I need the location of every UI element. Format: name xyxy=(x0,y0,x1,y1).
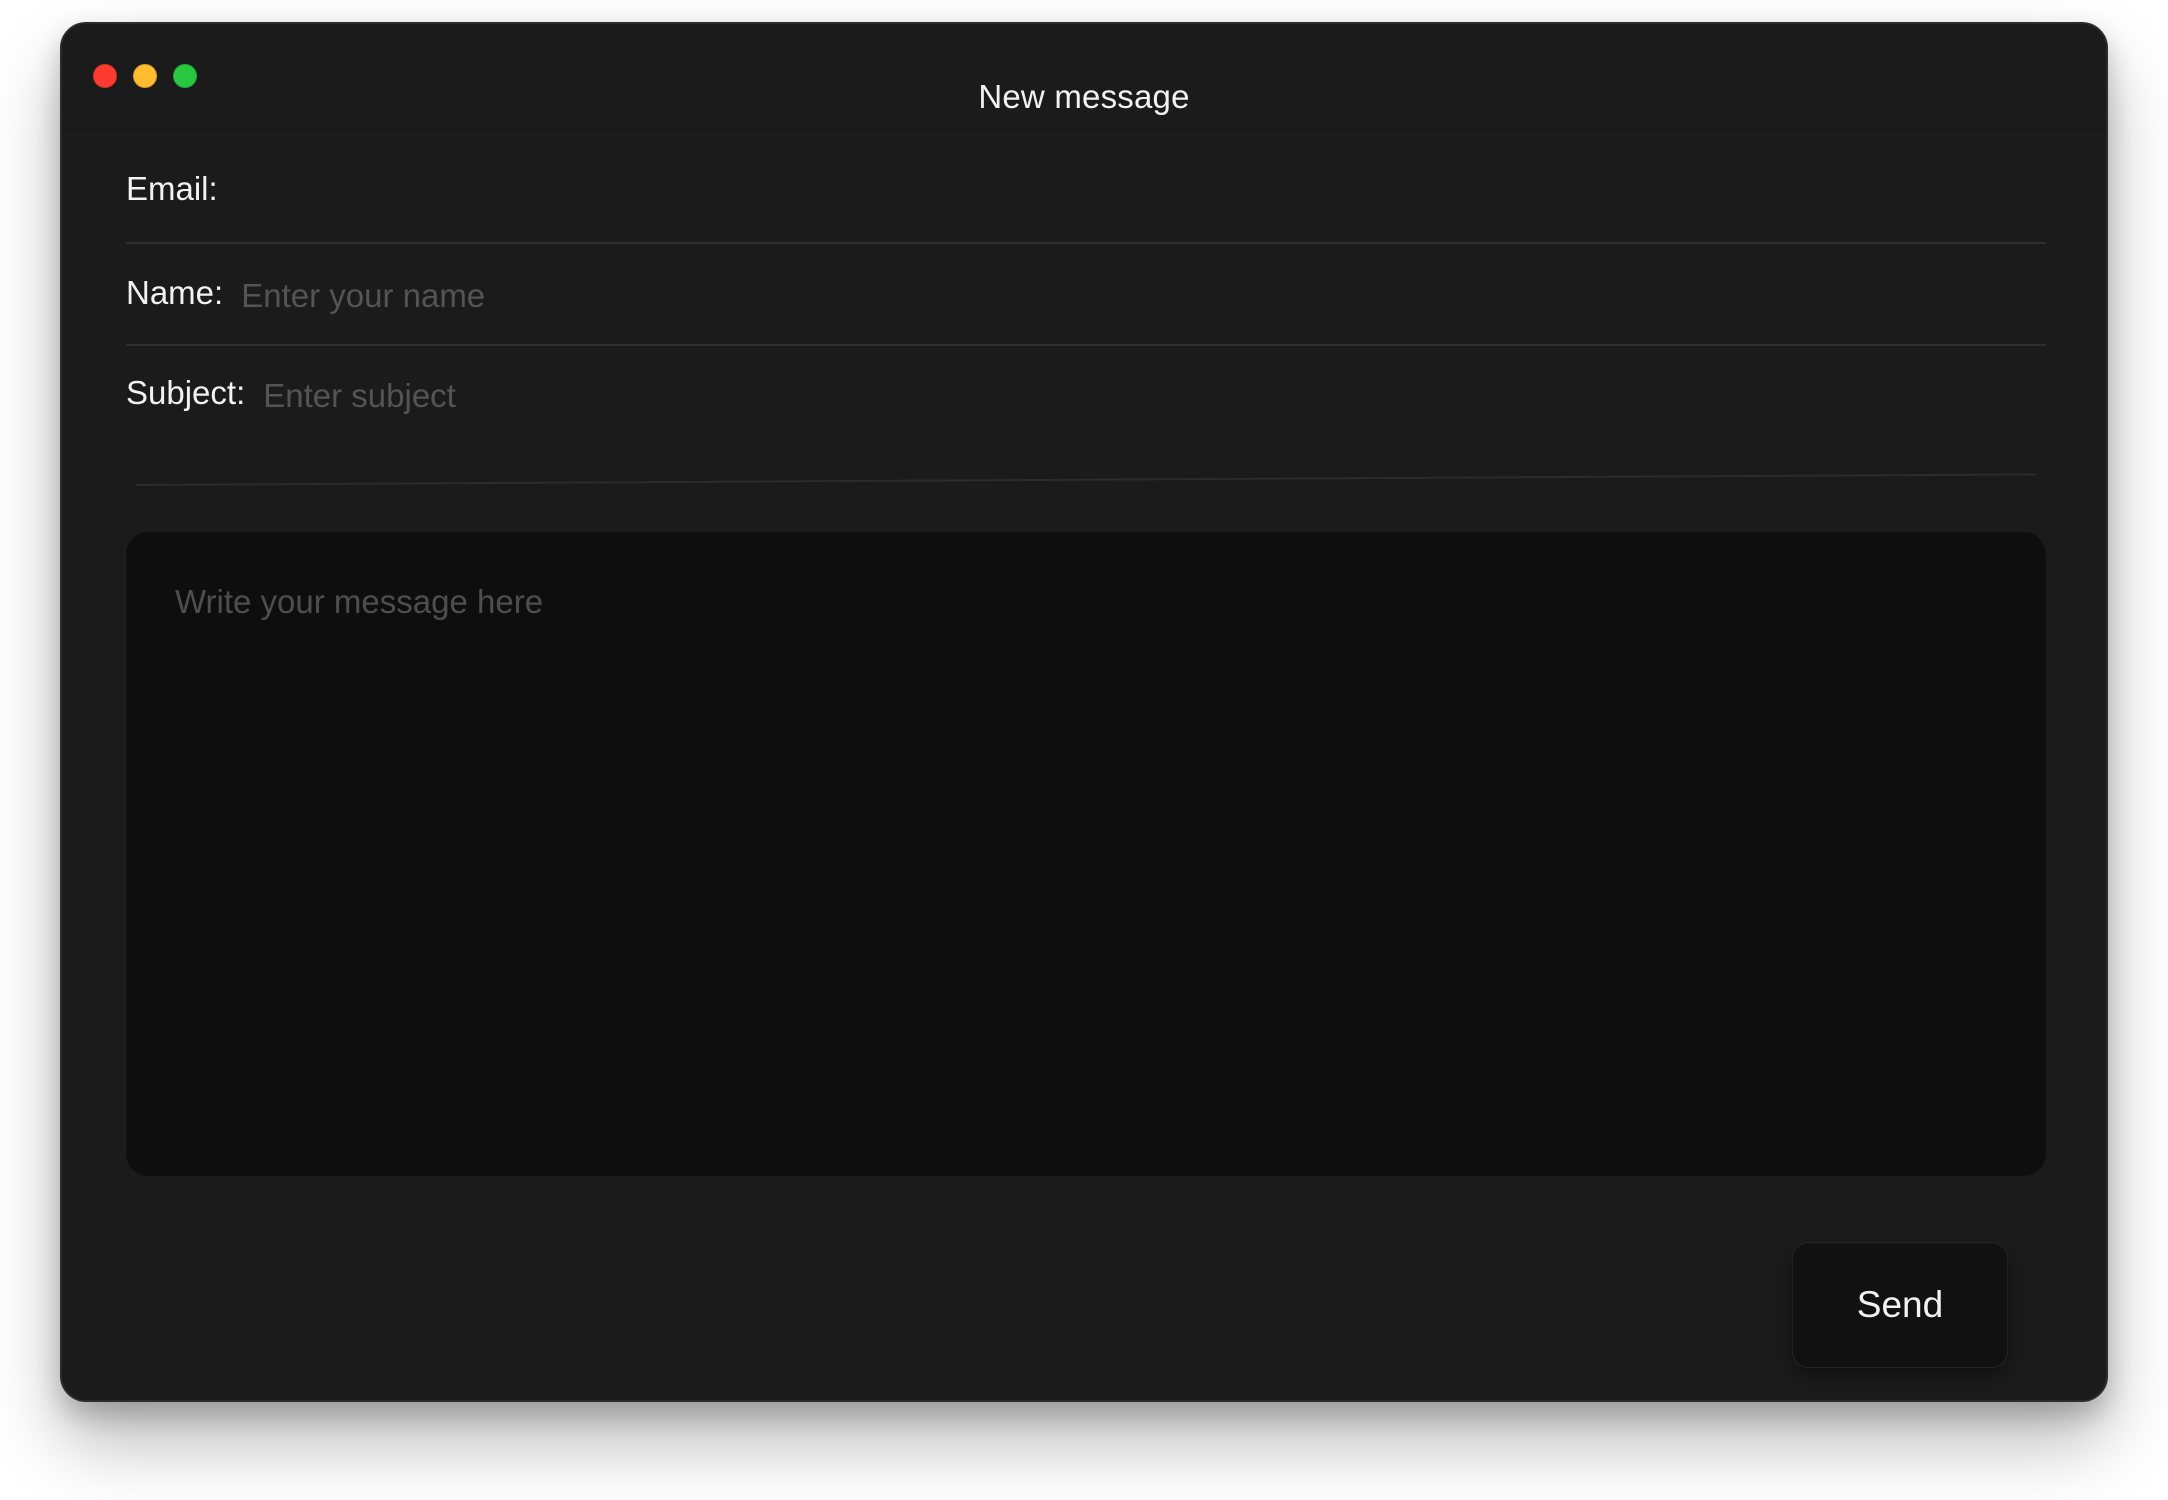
window-title: New message xyxy=(978,78,1190,115)
subject-label: Subject: xyxy=(126,374,246,411)
email-label: Email: xyxy=(126,170,218,207)
email-row: Email: xyxy=(126,142,2046,244)
message-container xyxy=(126,532,2046,1176)
name-label: Name: xyxy=(126,274,224,311)
send-button[interactable]: Send xyxy=(1792,1242,2008,1368)
subject-input[interactable] xyxy=(263,374,2046,418)
name-row: Name: xyxy=(126,244,2046,346)
name-input[interactable] xyxy=(241,274,2046,318)
subject-row: Subject: xyxy=(126,346,2046,486)
message-textarea[interactable] xyxy=(175,581,1997,1127)
email-input[interactable] xyxy=(235,170,2046,214)
new-message-window: New message Email: Name: Subject: Send xyxy=(60,22,2108,1402)
title-bar: New message xyxy=(62,24,2106,130)
